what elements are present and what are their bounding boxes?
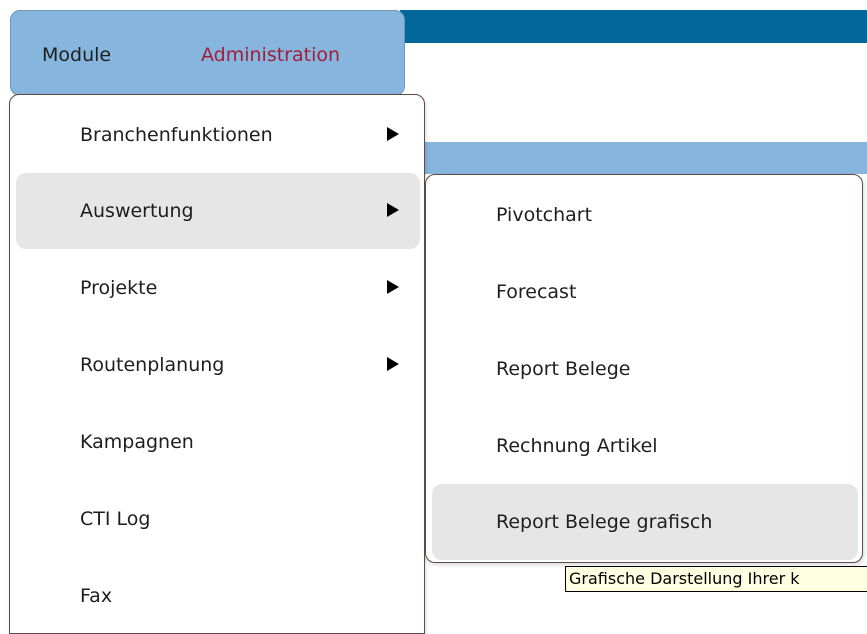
submenu-item-label: Pivotchart (496, 204, 593, 226)
triangle-right-icon (387, 357, 399, 371)
submenu-item-label: Rechnung Artikel (496, 435, 658, 457)
secondary-header-bar (420, 142, 867, 174)
menu-item-auswertung[interactable]: Auswertung (16, 173, 420, 249)
triangle-right-icon (387, 203, 399, 217)
submenu-item-report-belege[interactable]: Report Belege (432, 331, 858, 407)
menu-item-label: Routenplanung (80, 354, 225, 376)
menu-item-label: Branchenfunktionen (80, 124, 273, 146)
submenu-item-label: Report Belege grafisch (496, 511, 713, 533)
submenu-item-label: Forecast (496, 281, 577, 303)
auswertung-submenu: Pivotchart Forecast Report Belege Rechnu… (425, 174, 863, 563)
menu-item-projekte[interactable]: Projekte (16, 250, 420, 326)
menu-item-label: Auswertung (80, 200, 194, 222)
menu-item-fax[interactable]: Fax (16, 558, 420, 634)
menu-item-label: Projekte (80, 277, 158, 299)
menu-bar: Module Administration (10, 10, 405, 96)
menu-administration[interactable]: Administration (201, 43, 340, 67)
menu-item-branchenfunktionen[interactable]: Branchenfunktionen (16, 97, 420, 173)
menu-module[interactable]: Module (42, 43, 111, 67)
menu-item-label: Fax (80, 585, 113, 607)
submenu-item-pivotchart[interactable]: Pivotchart (432, 177, 858, 253)
menu-item-label: Kampagnen (80, 431, 194, 453)
triangle-right-icon (387, 280, 399, 294)
menu-item-routenplanung[interactable]: Routenplanung (16, 327, 420, 403)
menu-item-label: CTI Log (80, 508, 151, 530)
tooltip: Grafische Darstellung Ihrer k (565, 566, 867, 592)
menu-item-cti-log[interactable]: CTI Log (16, 481, 420, 557)
triangle-right-icon (387, 127, 399, 141)
submenu-item-rechnung-artikel[interactable]: Rechnung Artikel (432, 408, 858, 484)
submenu-item-report-belege-grafisch[interactable]: Report Belege grafisch (432, 484, 858, 560)
module-dropdown-menu: Branchenfunktionen Auswertung Projekte R… (9, 94, 425, 634)
submenu-item-forecast[interactable]: Forecast (432, 254, 858, 330)
app-window: Module Administration Branchenfunktionen… (0, 0, 867, 634)
menu-item-kampagnen[interactable]: Kampagnen (16, 404, 420, 480)
submenu-item-label: Report Belege (496, 358, 631, 380)
top-header-bar (400, 10, 867, 43)
